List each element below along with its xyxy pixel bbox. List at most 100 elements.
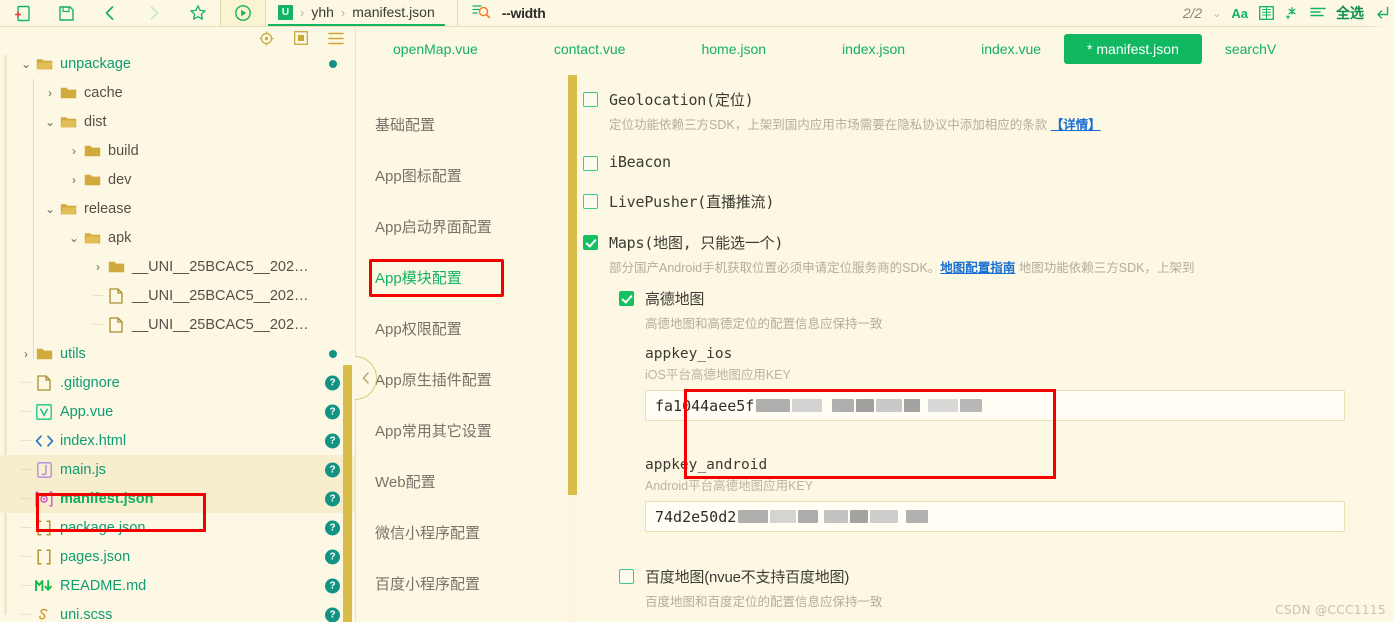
match-word-icon[interactable]	[1258, 2, 1274, 24]
ibeacon-label: iBeacon	[609, 153, 671, 171]
maps-guide-link[interactable]: 地图配置指南	[940, 261, 1015, 275]
tree-item---uni--25bcac5--202-[interactable]: › __UNI__25BCAC5__202…	[0, 252, 356, 281]
chevron-down-icon[interactable]: ⌄	[42, 115, 58, 129]
maps-checkbox-row[interactable]: Maps(地图, 只能选一个) 部分国产Android手机获取位置必须申请定位服…	[583, 232, 1394, 276]
manifest-nav-list[interactable]: 基础配置 App图标配置 App启动界面配置 App模块配置 App权限配置 App原生插…	[357, 71, 557, 622]
manifest-nav-item-4[interactable]: App权限配置	[357, 303, 557, 354]
manifest-nav-item-3[interactable]: App模块配置	[357, 252, 557, 303]
regex-icon[interactable]	[1284, 2, 1300, 24]
manifest-nav-item-0[interactable]: 基础配置	[357, 99, 557, 150]
enter-icon[interactable]	[1374, 2, 1390, 24]
amap-checkbox[interactable]	[619, 291, 634, 306]
untracked-badge: ?	[325, 433, 340, 448]
manifest-nav-scrollbar[interactable]	[568, 75, 577, 495]
project-explorer-sidebar[interactable]: ⌄ unpackage › cache ⌄ dist › build › dev ⌄ release ⌄…	[0, 26, 356, 622]
locate-file-icon[interactable]	[259, 31, 274, 46]
uniapp-window: U › yhh › manifest.json --width 2/2 ⌄ Aa	[0, 0, 1394, 622]
tree-item-release[interactable]: ⌄ release	[0, 194, 356, 223]
ibeacon-checkbox-row[interactable]: iBeacon	[583, 153, 1394, 171]
markdown-icon	[34, 579, 54, 593]
breadcrumb-project[interactable]: yhh	[311, 4, 334, 20]
manifest-nav-item-10[interactable]: 字节跳动小程序配置	[357, 609, 557, 622]
chevron-right-icon[interactable]: ›	[66, 144, 82, 158]
ibeacon-checkbox[interactable]	[583, 156, 598, 171]
in-selection-icon[interactable]	[1310, 2, 1326, 24]
file-tree[interactable]: ⌄ unpackage › cache ⌄ dist › build › dev ⌄ release ⌄…	[0, 49, 356, 622]
back-icon[interactable]	[88, 0, 132, 26]
manifest-nav-item-5[interactable]: App原生插件配置	[357, 354, 557, 405]
sidebar-scrollbar[interactable]	[343, 365, 352, 622]
editor-tab-home.json[interactable]: home.json	[687, 36, 780, 62]
chevron-down-icon[interactable]: ⌄	[18, 57, 34, 71]
tree-item-cache[interactable]: › cache	[0, 78, 356, 107]
tree-item-apk[interactable]: ⌄ apk	[0, 223, 356, 252]
manifest-nav-item-1[interactable]: App图标配置	[357, 150, 557, 201]
maps-checkbox[interactable]	[583, 235, 598, 250]
editor-tab-bar[interactable]: openMap.vue contact.vue home.json index.jso…	[357, 27, 1394, 71]
editor-tab-manifest.json[interactable]: * manifest.json	[1065, 35, 1201, 63]
amap-checkbox-row[interactable]: 高德地图 高德地图和高德定位的配置信息应保持一致	[619, 288, 1394, 332]
chevron-right-icon[interactable]: ›	[90, 260, 106, 274]
chevron-right-icon[interactable]: ›	[66, 173, 82, 187]
breadcrumb[interactable]: U › yhh › manifest.json	[268, 0, 445, 26]
appkey-android-field: appkey_android Android平台高德地图应用KEY 74d2e5…	[619, 457, 1394, 532]
manifest-nav-item-2[interactable]: App启动界面配置	[357, 201, 557, 252]
forward-icon[interactable]	[132, 0, 176, 26]
collapse-all-icon[interactable]	[294, 31, 308, 45]
run-icon[interactable]	[220, 0, 266, 26]
breadcrumb-separator-1: ›	[300, 4, 305, 20]
tree-item-unpackage[interactable]: ⌄ unpackage	[0, 49, 356, 78]
manifest-nav-item-9[interactable]: 百度小程序配置	[357, 558, 557, 609]
tree-item---uni--25bcac5--202-[interactable]: — __UNI__25BCAC5__202…	[0, 310, 356, 339]
chevron-down-icon[interactable]: ⌄	[1212, 7, 1221, 20]
tree-item-manifest.json[interactable]: — manifest.json?	[0, 484, 356, 513]
tree-item-pages.json[interactable]: — pages.json?	[0, 542, 356, 571]
editor-tab-openmap.vue[interactable]: openMap.vue	[379, 36, 492, 62]
appkey-android-input[interactable]: 74d2e50d2	[645, 501, 1345, 532]
new-file-icon[interactable]	[0, 0, 44, 26]
manifest-nav-item-7[interactable]: Web配置	[357, 456, 557, 507]
appkey-ios-input[interactable]: fa1044aee5f	[645, 390, 1345, 421]
geolocation-checkbox-row[interactable]: Geolocation(定位) 定位功能依赖三方SDK，上架到国内应用市场需要在…	[583, 89, 1394, 133]
star-icon[interactable]	[176, 0, 220, 26]
save-icon[interactable]	[44, 0, 88, 26]
tree-item-app.vue[interactable]: — App.vue?	[0, 397, 356, 426]
livepusher-checkbox[interactable]	[583, 194, 598, 209]
editor-tab-index.vue[interactable]: index.vue	[967, 36, 1055, 62]
search-input[interactable]: --width	[502, 5, 546, 21]
chevron-down-icon[interactable]: ⌄	[66, 231, 82, 245]
tree-item-package.json[interactable]: — package.json?	[0, 513, 356, 542]
chevron-right-icon[interactable]: ›	[18, 347, 34, 361]
tree-item-utils[interactable]: › utils	[0, 339, 356, 368]
tree-item-.gitignore[interactable]: — .gitignore?	[0, 368, 356, 397]
untracked-badge: ?	[325, 375, 340, 390]
tree-item-dist[interactable]: ⌄ dist	[0, 107, 356, 136]
chevron-right-icon[interactable]: ›	[42, 86, 58, 100]
baidumap-checkbox[interactable]	[619, 569, 634, 584]
maps-description: 部分国产Android手机获取位置必须申请定位服务商的SDK。地图配置指南 地图…	[609, 257, 1195, 276]
geolocation-detail-link[interactable]: 【详情】	[1051, 118, 1101, 132]
menu-icon[interactable]	[328, 32, 344, 45]
manifest-nav-item-8[interactable]: 微信小程序配置	[357, 507, 557, 558]
editor-tab-contact.vue[interactable]: contact.vue	[540, 36, 640, 62]
js-icon	[34, 461, 54, 478]
tree-item-dev[interactable]: › dev	[0, 165, 356, 194]
tree-item-build[interactable]: › build	[0, 136, 356, 165]
select-all-button[interactable]: 全选	[1336, 3, 1364, 23]
editor-tab-index.json[interactable]: index.json	[828, 36, 919, 62]
tree-item-uni.scss[interactable]: — uni.scss?	[0, 600, 356, 622]
tree-item-main.js[interactable]: — main.js?	[0, 455, 356, 484]
chevron-down-icon[interactable]: ⌄	[42, 202, 58, 216]
breadcrumb-file[interactable]: manifest.json	[352, 4, 434, 20]
tree-item-index.html[interactable]: — index.html?	[0, 426, 356, 455]
geolocation-checkbox[interactable]	[583, 92, 598, 107]
tree-item---uni--25bcac5--202-[interactable]: — __UNI__25BCAC5__202…	[0, 281, 356, 310]
maps-desc-before: 部分国产Android手机获取位置必须申请定位服务商的SDK。	[609, 261, 941, 275]
match-case-icon[interactable]: Aa	[1231, 2, 1248, 24]
livepusher-checkbox-row[interactable]: LivePusher(直播推流)	[583, 191, 1394, 212]
tree-item-readme.md[interactable]: — README.md?	[0, 571, 356, 600]
search-bar[interactable]: --width	[456, 0, 546, 26]
search-icon[interactable]	[472, 3, 490, 24]
editor-tab-searchv[interactable]: searchV	[1211, 36, 1290, 62]
manifest-nav-item-6[interactable]: App常用其它设置	[357, 405, 557, 456]
